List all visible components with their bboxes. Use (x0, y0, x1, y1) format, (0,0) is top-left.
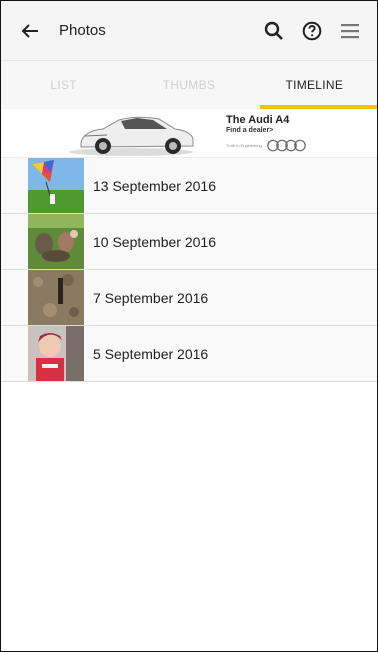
view-tabs: LIST THUMBS TIMELINE (1, 61, 377, 109)
photo-thumbnail (28, 270, 84, 325)
timeline-row[interactable]: 10 September 2016 (1, 214, 377, 270)
ad-tagline: Truth in Engineering (226, 143, 262, 148)
help-icon[interactable] (295, 14, 329, 48)
timeline-row[interactable]: 5 September 2016 (1, 326, 377, 382)
ad-banner[interactable]: The Audi A4 Find a dealer> Truth in Engi… (41, 109, 337, 157)
photo-thumbnail (28, 158, 84, 213)
photo-thumbnail (28, 214, 84, 269)
tab-list[interactable]: LIST (1, 61, 126, 109)
photo-thumbnail (28, 326, 84, 381)
ad-headline: The Audi A4 (226, 114, 290, 126)
timeline-row[interactable]: 13 September 2016 (1, 157, 377, 214)
audi-rings-logo (267, 139, 306, 152)
timeline-list: 13 September 2016 10 September 2016 7 Se… (1, 157, 377, 382)
toolbar: Photos (1, 1, 377, 61)
tab-thumbs[interactable]: THUMBS (126, 61, 251, 109)
ad-footer: Truth in Engineering (226, 139, 337, 152)
timeline-date: 5 September 2016 (93, 345, 209, 362)
timeline-row[interactable]: 7 September 2016 (1, 270, 377, 326)
timeline-date: 10 September 2016 (93, 233, 216, 250)
timeline-date: 7 September 2016 (93, 289, 209, 306)
page-title: Photos (59, 22, 106, 39)
timeline-date: 13 September 2016 (93, 177, 216, 194)
ad-car-image (41, 109, 216, 157)
menu-icon[interactable] (333, 14, 367, 48)
back-arrow-icon[interactable] (15, 16, 45, 46)
ad-text-block: The Audi A4 Find a dealer> Truth in Engi… (216, 114, 337, 152)
app-frame: Photos LIST THUMBS TIMELINE The Audi A4 … (0, 0, 378, 652)
tab-timeline[interactable]: TIMELINE (252, 61, 377, 109)
search-icon[interactable] (257, 14, 291, 48)
ad-cta[interactable]: Find a dealer> (226, 126, 337, 135)
